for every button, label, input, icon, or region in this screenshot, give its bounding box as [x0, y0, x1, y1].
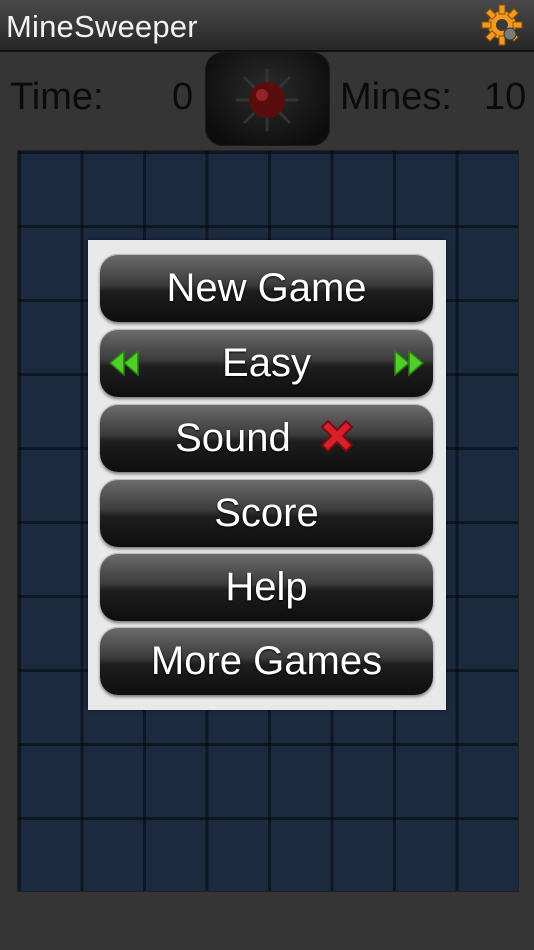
mine-icon: [235, 68, 299, 132]
app-title: MineSweeper: [6, 9, 198, 44]
double-left-arrow-icon[interactable]: [108, 349, 140, 377]
time-value: 0: [172, 76, 194, 118]
difficulty-label: Easy: [222, 341, 311, 385]
sound-label: Sound: [175, 416, 291, 460]
score-button[interactable]: Score: [100, 479, 433, 547]
reset-face-button[interactable]: [205, 52, 330, 146]
gear-icon: [481, 4, 523, 46]
game-menu: New Game Easy Sound Score Help More Game…: [88, 240, 446, 710]
more-games-button[interactable]: More Games: [100, 627, 433, 695]
sound-toggle-button[interactable]: Sound: [100, 404, 433, 472]
mines-label: Mines:: [340, 76, 452, 118]
score-label: Score: [214, 491, 319, 535]
double-right-arrow-icon[interactable]: [393, 349, 425, 377]
title-bar: MineSweeper: [0, 0, 534, 52]
red-x-icon: [320, 420, 354, 453]
more-games-label: More Games: [150, 639, 383, 683]
difficulty-selector: Easy: [100, 329, 433, 397]
help-label: Help: [225, 565, 308, 609]
mines-value: 10: [484, 76, 527, 118]
new-game-button[interactable]: New Game: [100, 254, 433, 322]
status-bar: Time: 0 Mines: 10: [0, 52, 534, 150]
new-game-label: New Game: [166, 266, 367, 310]
time-label: Time:: [10, 76, 104, 118]
settings-button[interactable]: [480, 3, 524, 47]
help-button[interactable]: Help: [100, 553, 433, 621]
